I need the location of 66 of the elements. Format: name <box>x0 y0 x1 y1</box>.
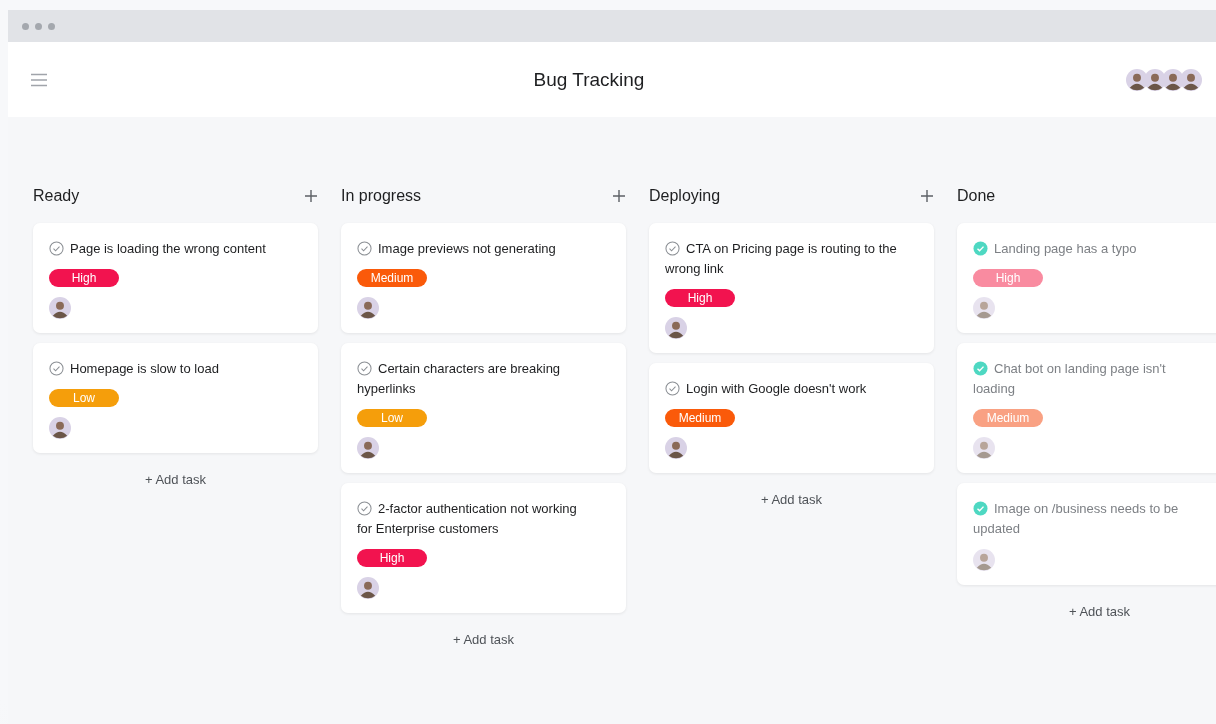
task-card[interactable]: Certain characters are breaking hyperlinks Low <box>341 343 626 473</box>
avatar-icon <box>49 417 71 439</box>
add-task-button[interactable]: + Add task <box>138 471 213 488</box>
task-title: Landing page has a typo <box>973 239 1137 259</box>
avatar-icon <box>665 437 687 459</box>
check-icon[interactable] <box>357 501 372 516</box>
priority-tag: Low <box>49 389 119 407</box>
add-task-button[interactable]: + Add task <box>754 491 829 508</box>
window-title: Bug Tracking <box>532 68 646 91</box>
task-title: Image previews not generating <box>357 239 556 259</box>
task-title: Homepage is slow to load <box>49 359 219 379</box>
window-dot <box>48 22 55 30</box>
avatar-icon <box>665 317 687 339</box>
task-card[interactable]: CTA on Pricing page is routing to the wrong link High <box>649 223 934 353</box>
window-dot <box>22 22 29 30</box>
menu-icon[interactable] <box>30 72 48 87</box>
check-icon[interactable] <box>665 381 680 396</box>
avatar-icon <box>49 297 71 319</box>
priority-tag: High <box>49 269 119 287</box>
add-task-button[interactable]: + Add task <box>1062 603 1137 620</box>
avatar-icon <box>973 437 995 459</box>
avatar-icon <box>357 577 379 599</box>
priority-tag: Medium <box>973 409 1043 427</box>
task-card[interactable]: Page is loading the wrong content High <box>33 223 318 333</box>
task-title: CTA on Pricing page is routing to the wrong link <box>665 240 898 278</box>
avatar-icon <box>1180 68 1202 91</box>
check-icon[interactable] <box>665 241 680 256</box>
avatar-icon <box>973 297 995 319</box>
check-icon[interactable] <box>973 241 988 256</box>
task-card[interactable]: Chat bot on landing page isn't loading Medium <box>957 343 1216 473</box>
avatar-icon <box>357 297 379 319</box>
window-dot <box>35 22 42 30</box>
column-title: In progress <box>341 187 422 205</box>
check-icon[interactable] <box>49 241 64 256</box>
task-card[interactable]: 2-factor authentication not working for Enterprise customers High <box>341 483 626 613</box>
task-card[interactable]: Landing page has a typo High <box>957 223 1216 333</box>
check-icon[interactable] <box>973 501 988 516</box>
column-title: Ready <box>33 187 80 205</box>
column-title: Done <box>957 187 996 205</box>
task-card[interactable]: Image on /business needs to be updated <box>957 483 1216 585</box>
task-card[interactable]: Image previews not generating Medium <box>341 223 626 333</box>
priority-tag: Low <box>357 409 427 427</box>
priority-tag: High <box>665 289 735 307</box>
plus-icon[interactable] <box>612 189 626 203</box>
priority-tag: Medium <box>665 409 735 427</box>
plus-icon[interactable] <box>920 189 934 203</box>
column-title: Deploying <box>649 187 721 205</box>
task-card[interactable]: Homepage is slow to load Low <box>33 343 318 453</box>
task-title: Image on /business needs to be updated <box>973 500 1180 538</box>
check-icon[interactable] <box>357 241 372 256</box>
task-title: Page is loading the wrong content <box>49 239 266 259</box>
priority-tag: High <box>973 269 1043 287</box>
plus-icon[interactable] <box>304 189 318 203</box>
task-title: Certain characters are breaking hyperlinks <box>357 360 562 398</box>
avatar-icon <box>973 549 995 571</box>
priority-tag: Medium <box>357 269 427 287</box>
check-icon[interactable] <box>973 361 988 376</box>
task-card[interactable]: Login with Google doesn't work Medium <box>649 363 934 473</box>
task-title: Chat bot on landing page isn't loading <box>973 360 1167 398</box>
check-icon[interactable] <box>357 361 372 376</box>
avatar-icon <box>357 437 379 459</box>
task-title: Login with Google doesn't work <box>665 379 867 399</box>
priority-tag: High <box>357 549 427 567</box>
check-icon[interactable] <box>49 361 64 376</box>
add-task-button[interactable]: + Add task <box>446 631 521 648</box>
task-title: 2-factor authentication not working for Enterprise customers <box>357 500 578 538</box>
